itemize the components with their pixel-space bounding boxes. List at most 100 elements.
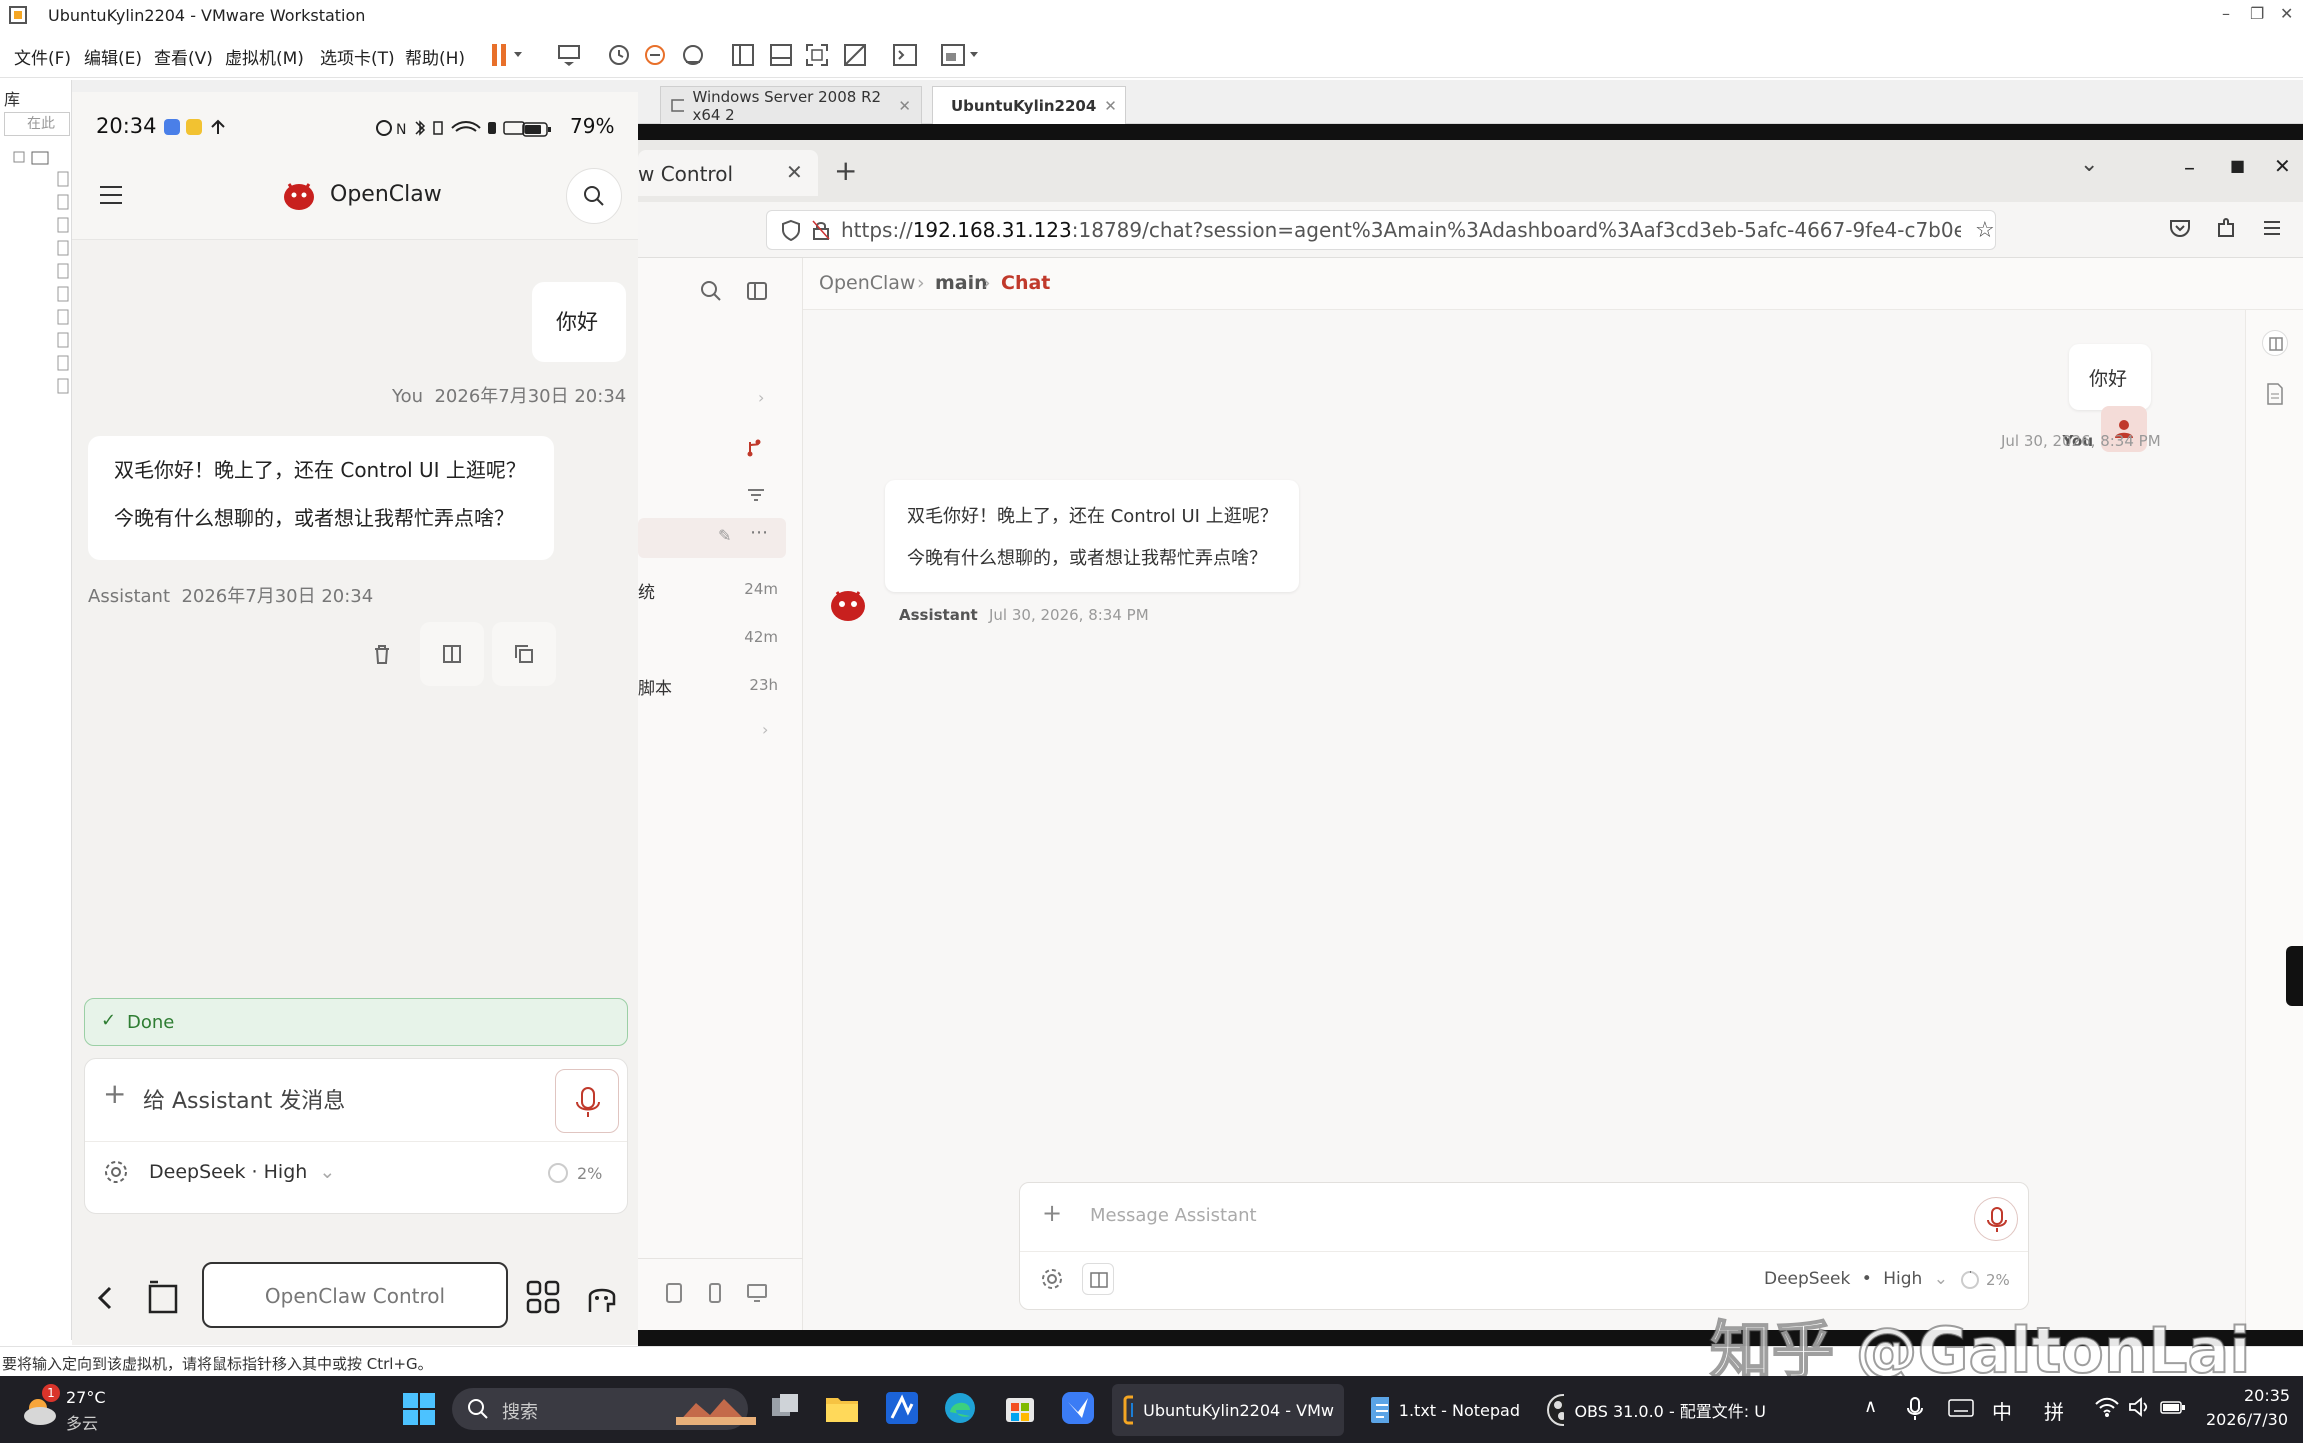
message-input[interactable]: Message Assistant [1090, 1205, 1257, 1226]
code-app-icon[interactable] [884, 1390, 920, 1426]
phone-model-selector[interactable]: DeepSeek · High ⌄ [149, 1161, 335, 1183]
sidebar-chevron-icon[interactable]: › [758, 388, 764, 407]
tabs-overview-icon[interactable] [146, 1280, 182, 1316]
search-button[interactable] [566, 168, 622, 224]
sidebar-chevron-icon[interactable]: › [762, 720, 768, 739]
apps-grid-icon[interactable] [526, 1280, 560, 1314]
tab-close-icon[interactable]: ✕ [898, 97, 911, 115]
browser-tab-active[interactable]: w Control ✕ [638, 150, 818, 196]
phone-microphone-button[interactable] [555, 1069, 619, 1133]
window-maximize-icon[interactable]: ■ [2230, 156, 2245, 175]
window-close-icon[interactable]: ✕ [2274, 154, 2291, 178]
thumbnail-bar-icon[interactable] [768, 42, 794, 68]
tray-battery-icon[interactable] [2160, 1398, 2186, 1416]
tray-volume-icon[interactable] [2128, 1396, 2152, 1418]
restore-icon[interactable]: ❐ [2250, 4, 2264, 23]
session-item[interactable]: 42m [638, 624, 788, 654]
extensions-icon[interactable] [2214, 216, 2238, 240]
window-minimize-icon[interactable]: – [2184, 156, 2195, 181]
menu-edit[interactable]: 编辑(E) [84, 44, 142, 69]
fullscreen-icon[interactable] [804, 42, 830, 68]
clock-time[interactable]: 20:35 [2244, 1386, 2290, 1405]
taskbar-search[interactable]: 搜索 [452, 1388, 756, 1430]
snapshot-manager-icon[interactable] [680, 42, 706, 68]
openclaw-control-button[interactable]: OpenClaw Control [202, 1262, 508, 1328]
desktop-view-icon[interactable] [746, 1282, 768, 1304]
revert-snapshot-icon[interactable] [642, 42, 668, 68]
more-options-icon[interactable]: ⋯ [750, 522, 768, 543]
taskbar-app-vmware[interactable]: UbuntuKylin2204 - VMw [1112, 1384, 1344, 1436]
breadcrumb-root[interactable]: OpenClaw [819, 272, 915, 294]
minimize-icon[interactable]: – [2222, 4, 2230, 23]
attach-plus-icon[interactable]: + [1042, 1199, 1062, 1227]
pocket-icon[interactable] [2168, 216, 2192, 240]
library-tree[interactable] [10, 150, 70, 480]
open-panel-button[interactable] [420, 622, 484, 686]
menu-tabs[interactable]: 选项卡(T) [320, 44, 395, 69]
tray-wifi-icon[interactable] [2094, 1396, 2120, 1418]
tray-overflow-icon[interactable]: ∧ [1864, 1396, 1877, 1417]
tray-ime-pinyin[interactable]: 拼 [2044, 1396, 2064, 1425]
stretch-guest-icon[interactable] [940, 42, 980, 68]
store-icon[interactable] [1002, 1390, 1038, 1426]
settings-gear-icon[interactable] [1040, 1267, 1064, 1291]
tray-keyboard-icon[interactable] [1948, 1398, 1974, 1418]
sidebar-search-icon[interactable] [700, 280, 722, 302]
weather-widget[interactable]: 1 [20, 1384, 60, 1430]
delete-message-button[interactable] [350, 622, 414, 686]
close-icon[interactable]: ✕ [2280, 4, 2293, 23]
side-handle[interactable] [2286, 946, 2303, 1006]
taskbar-app-obs[interactable]: OBS 31.0.0 - 配置文件: U [1536, 1384, 1776, 1436]
console-view-icon[interactable] [892, 42, 918, 68]
taskbar-app-notepad[interactable]: 1.txt - Notepad [1358, 1384, 1530, 1436]
sidebar-toggle-icon[interactable] [730, 42, 756, 68]
edge-browser-icon[interactable] [942, 1390, 978, 1426]
attach-plus-icon[interactable]: + [103, 1077, 126, 1110]
clock-date[interactable]: 2026/7/30 [2206, 1410, 2288, 1429]
browser-tab-close-icon[interactable]: ✕ [786, 160, 803, 184]
microphone-button[interactable] [1974, 1197, 2018, 1241]
document-icon[interactable] [2264, 382, 2286, 406]
app-menu-icon[interactable] [2260, 216, 2284, 240]
list-tabs-icon[interactable]: ⌄ [2080, 152, 2098, 177]
session-item[interactable]: 统 24m [638, 576, 788, 606]
tab-windows-server[interactable]: Windows Server 2008 R2 x64 2 ✕ [660, 86, 922, 124]
menu-view[interactable]: 查看(V) [154, 44, 213, 69]
send-ctrl-alt-del-icon[interactable] [556, 42, 582, 68]
copy-message-button[interactable] [492, 622, 556, 686]
assistant-face-icon[interactable] [584, 1280, 620, 1316]
breadcrumb-agent[interactable]: main [935, 272, 988, 294]
windows-start-icon[interactable] [402, 1392, 436, 1426]
model-selector[interactable]: DeepSeek • High ⌄ [1764, 1269, 1948, 1289]
tab-ubuntukylin[interactable]: UbuntuKylin2204 ✕ [932, 86, 1126, 124]
settings-gear-icon[interactable] [103, 1159, 129, 1185]
session-item[interactable]: 脚本 23h [638, 672, 788, 702]
pause-icon[interactable] [490, 42, 526, 68]
panel-toggle-icon[interactable] [2262, 330, 2288, 356]
bookmark-star-icon[interactable]: ☆ [1975, 218, 1995, 243]
new-tab-icon[interactable]: + [834, 154, 857, 187]
canvas-toggle-button[interactable] [1082, 1263, 1114, 1295]
tray-microphone-icon[interactable] [1906, 1396, 1924, 1422]
branch-icon[interactable] [744, 436, 764, 458]
mobile-view-icon[interactable] [706, 1282, 724, 1304]
library-search-input[interactable]: 在此 [4, 112, 70, 136]
menu-file[interactable]: 文件(F) [14, 44, 71, 69]
task-view-icon[interactable] [768, 1390, 802, 1428]
file-explorer-icon[interactable] [824, 1390, 860, 1426]
tablet-view-icon[interactable] [664, 1282, 684, 1304]
tab-close-icon[interactable]: ✕ [1104, 97, 1117, 115]
pin-icon[interactable]: ✎ [718, 526, 731, 545]
feishu-app-icon[interactable] [1060, 1390, 1096, 1426]
back-chevron-icon[interactable] [94, 1284, 118, 1312]
sidebar-collapse-icon[interactable] [746, 280, 768, 302]
phone-message-input[interactable]: 给 Assistant 发消息 [143, 1083, 345, 1115]
menu-help[interactable]: 帮助(H) [405, 44, 465, 69]
snapshot-icon[interactable] [606, 42, 632, 68]
tray-ime-mode[interactable]: 中 [1992, 1396, 2012, 1425]
url-bar[interactable]: https://192.168.31.123:18789/chat?sessio… [766, 210, 1996, 250]
unity-mode-icon[interactable] [842, 42, 868, 68]
session-item-active[interactable]: ✎ ⋯ [638, 518, 786, 558]
menu-vm[interactable]: 虚拟机(M) [225, 44, 304, 69]
hamburger-menu-icon[interactable] [98, 184, 124, 206]
